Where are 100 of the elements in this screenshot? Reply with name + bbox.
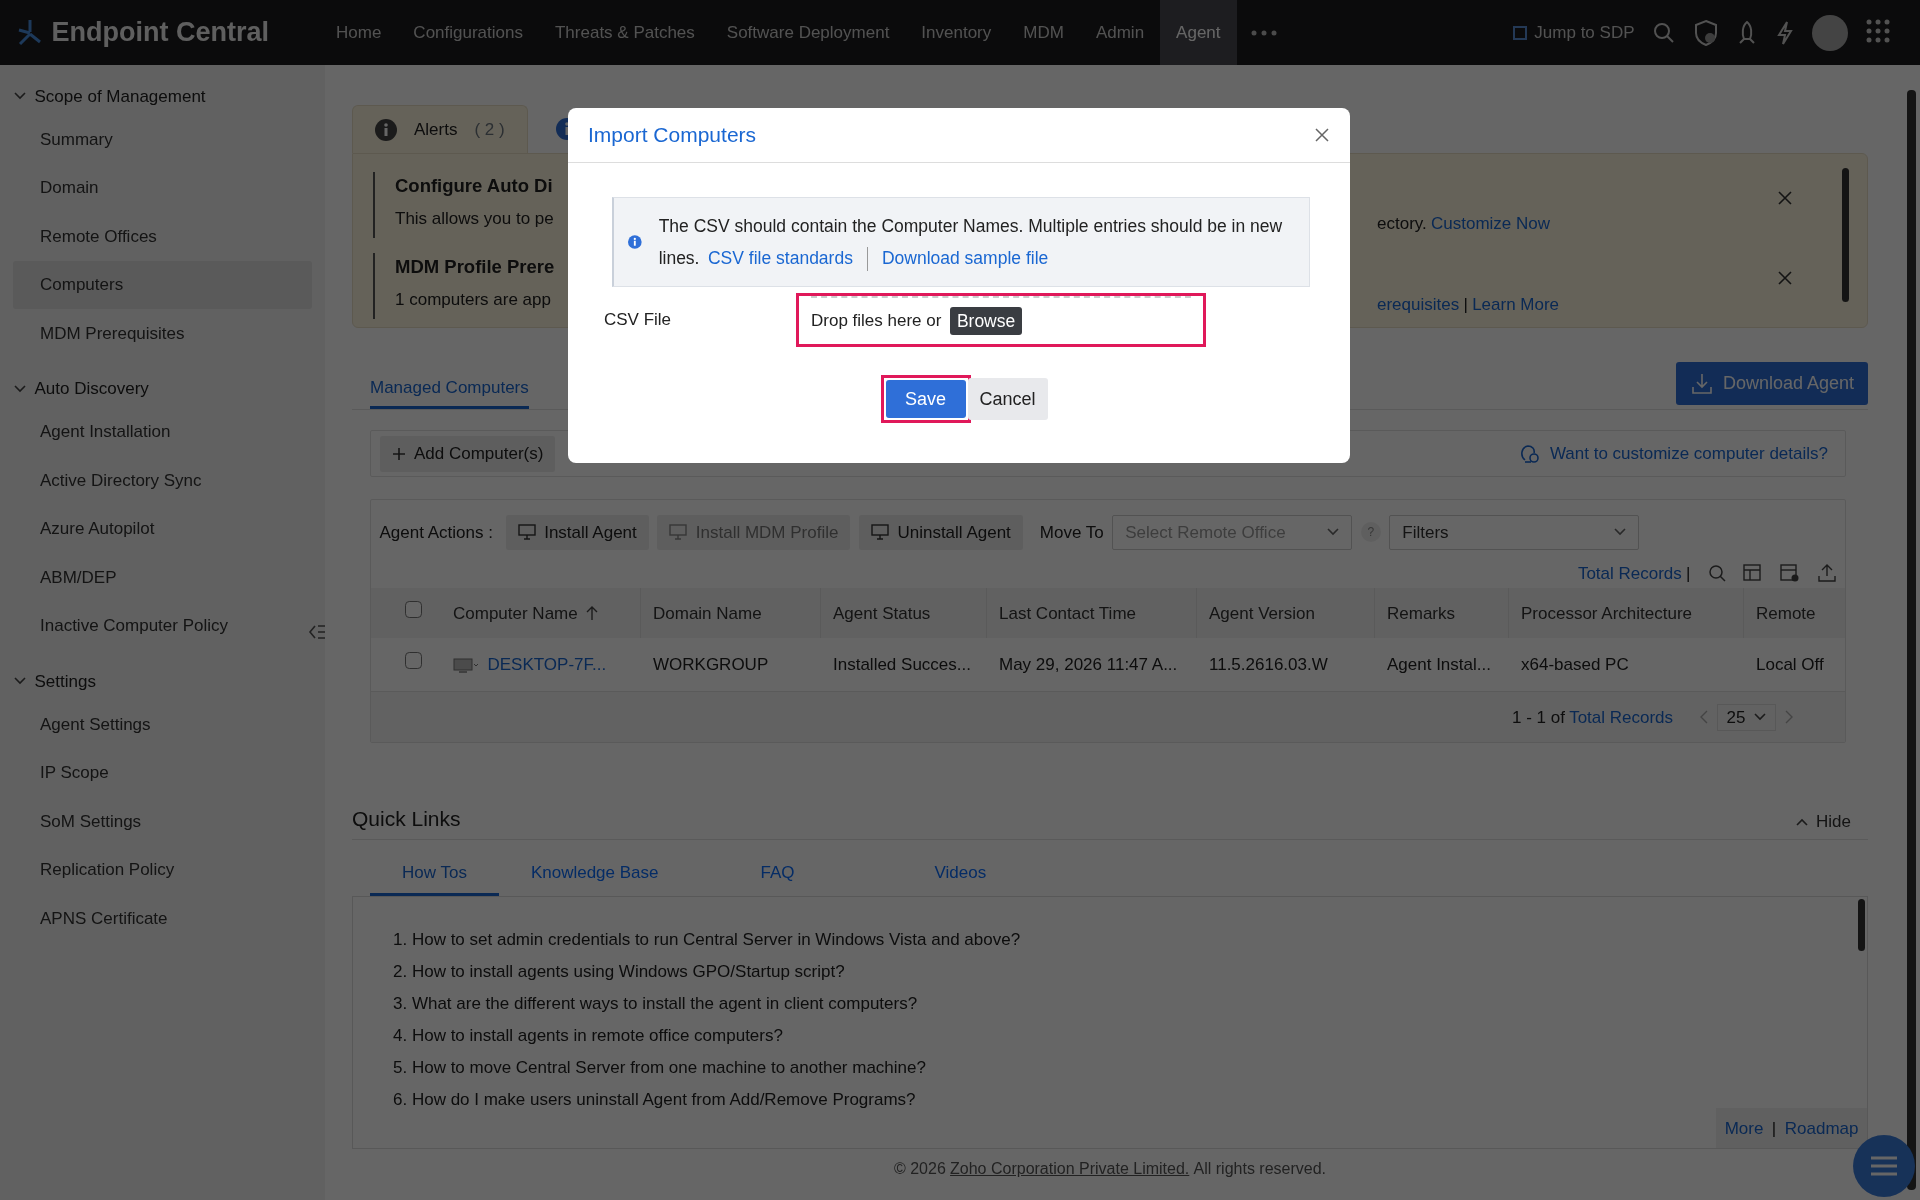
content-tab[interactable]: Managed Computers (370, 366, 529, 410)
help-article-link[interactable]: 3. What are the different ways to install the agent in client computers? (393, 991, 1827, 1024)
info-link[interactable]: CSV file standards (708, 248, 853, 268)
scrollbar[interactable] (1858, 899, 1865, 952)
column-header[interactable]: Computer Name (441, 588, 641, 639)
help-article-link[interactable]: 4. How to install agents in remote office computers? (393, 1023, 1827, 1056)
help-article-link[interactable]: 5. How to move Central Server from one machine to another machine? (393, 1055, 1827, 1088)
chevron-icon (1754, 713, 1766, 722)
sidebar-item[interactable]: Summary (13, 115, 312, 164)
sidebar-item[interactable]: Inactive Computer Policy (13, 601, 312, 650)
column-header[interactable]: Agent Version (1197, 588, 1375, 639)
close-icon[interactable] (1777, 190, 1793, 206)
table-cell-text: Local Off (1756, 654, 1824, 676)
nav-tab[interactable]: Threats & Patches (539, 0, 711, 65)
sidebar-item[interactable]: SoM Settings (13, 797, 312, 846)
row-checkbox[interactable] (405, 652, 422, 669)
monitor-icon (870, 524, 889, 541)
company-link[interactable]: Zoho Corporation Private Limited. (950, 1157, 1190, 1182)
search-icon[interactable] (1651, 20, 1676, 45)
search-icon[interactable] (1707, 564, 1726, 583)
page-size-select[interactable]: 25 (1717, 703, 1776, 731)
sidebar-item[interactable]: Azure Autopilot (13, 504, 312, 553)
sidebar-item[interactable]: APNS Certificate (13, 894, 312, 943)
nav-tab[interactable]: Home (320, 0, 398, 65)
total-records-link[interactable]: Total Records (1577, 560, 1682, 586)
close-icon[interactable] (1777, 270, 1793, 286)
quick-links-tab[interactable]: How Tos (370, 851, 499, 897)
sidebar-group[interactable]: Scope of Management (0, 73, 325, 115)
plus-icon (391, 446, 406, 461)
nav-tab[interactable]: MDM (1007, 0, 1080, 65)
sidebar-item[interactable]: MDM Prerequisites (13, 309, 312, 358)
nav-tab[interactable]: Software Deployment (710, 0, 906, 65)
sidebar-item[interactable]: Replication Policy (13, 845, 312, 894)
filters-select[interactable]: Filters (1389, 514, 1640, 550)
info-text: The CSV should contain the Computer Names. Multiple entries should be in new lines. CSV file standards Download sample file (658, 210, 1289, 274)
sidebar-item[interactable]: Remote Offices (13, 212, 312, 261)
save-button[interactable]: Save (885, 380, 966, 418)
column-header[interactable]: Domain Name (641, 588, 821, 639)
prev-icon[interactable] (1698, 710, 1709, 725)
close-icon[interactable] (1314, 127, 1330, 143)
sidebar-group[interactable]: Auto Discovery (0, 366, 325, 408)
scrollbar[interactable] (1842, 168, 1849, 302)
download-agent-button[interactable]: Download Agent (1676, 362, 1868, 405)
sidebar-item[interactable]: Computers (13, 260, 312, 309)
monitor-icon (517, 524, 536, 541)
cancel-button[interactable]: Cancel (967, 378, 1048, 420)
add-column-icon[interactable] (1742, 563, 1763, 584)
alerts-tab[interactable]: Alerts ( 2 ) (352, 105, 528, 153)
customize-link[interactable]: Want to customize computer details? (1517, 441, 1837, 467)
alert-text: 1 computers are app (395, 289, 552, 311)
scrollbar[interactable] (1907, 90, 1916, 1190)
agent-actions-label: Agent Actions : (379, 521, 493, 544)
computer-link[interactable]: DESKTOP-7F... (487, 652, 607, 678)
move-to-label: Move To (1039, 521, 1104, 544)
alert-link[interactable]: Learn More (1472, 291, 1560, 317)
export-icon[interactable] (1816, 563, 1837, 584)
help-article-link[interactable]: 2. How to install agents using Windows GPO/Startup script? (393, 959, 1827, 992)
nav-tab[interactable]: Inventory (905, 0, 1008, 65)
alert-text: This allows you to pe (395, 208, 555, 230)
quick-links-tab[interactable]: FAQ (690, 851, 865, 897)
next-icon[interactable] (1784, 710, 1794, 725)
column-header[interactable]: Processor Architecture (1509, 588, 1744, 639)
column-header[interactable]: Last Contact Time (987, 588, 1197, 639)
alert-link[interactable]: Customize Now (1431, 210, 1551, 236)
alert-text: ectory. (1377, 212, 1427, 235)
nav-tab[interactable]: Configurations (397, 0, 539, 65)
agent-action-button[interactable]: Install Agent (505, 514, 649, 550)
sidebar-item[interactable]: Domain (13, 163, 312, 212)
agent-action-button[interactable]: Uninstall Agent (858, 514, 1023, 550)
table-settings-icon[interactable] (1779, 563, 1800, 584)
jump-link[interactable]: Jump to SDP (1510, 0, 1635, 65)
column-header[interactable]: Remote (1744, 588, 1834, 639)
hide-link[interactable]: Hide (1795, 809, 1851, 835)
select-all-checkbox[interactable] (405, 600, 422, 618)
total-records-link[interactable]: Total Records (1569, 704, 1674, 730)
quick-links-tab[interactable]: Videos (864, 851, 1057, 897)
add-computers-button[interactable]: Add Computer(s) (379, 436, 556, 472)
pagination-text: 1 - 1 of (1511, 706, 1565, 729)
sidebar-item[interactable]: ABM/DEP (13, 553, 312, 602)
chat-menu-icon[interactable] (1853, 1135, 1915, 1197)
avatar-icon[interactable] (1811, 14, 1848, 51)
chevron-icon (14, 677, 26, 686)
sidebar-group[interactable]: Settings (0, 658, 325, 700)
browse-button[interactable]: Browse (949, 306, 1023, 336)
nav-tab[interactable]: Agent (1160, 0, 1237, 65)
sidebar-item[interactable]: IP Scope (13, 748, 312, 797)
quick-links-tab[interactable]: Knowledge Base (498, 851, 691, 897)
column-header[interactable]: Agent Status (821, 588, 987, 639)
alert-title: Configure Auto Di (395, 174, 554, 198)
info-link[interactable]: Download sample file (881, 248, 1049, 268)
help-icon[interactable]: ? (1360, 522, 1381, 543)
column-header[interactable]: Remarks (1375, 588, 1509, 639)
shield-icon[interactable] (1692, 18, 1719, 47)
help-article-link[interactable]: 1. How to set admin credentials to run Central Server in Windows Vista and above? (393, 927, 1827, 960)
sidebar-item[interactable]: Active Directory Sync (13, 456, 312, 505)
sidebar-item[interactable]: Agent Settings (13, 700, 312, 749)
file-drop-zone[interactable]: Drop files here or Browse (796, 293, 1206, 347)
sidebar-item[interactable]: Agent Installation (13, 407, 312, 456)
table-cell-text: Installed Succes... (833, 654, 971, 676)
alert-link[interactable]: erequisites (1377, 291, 1460, 317)
